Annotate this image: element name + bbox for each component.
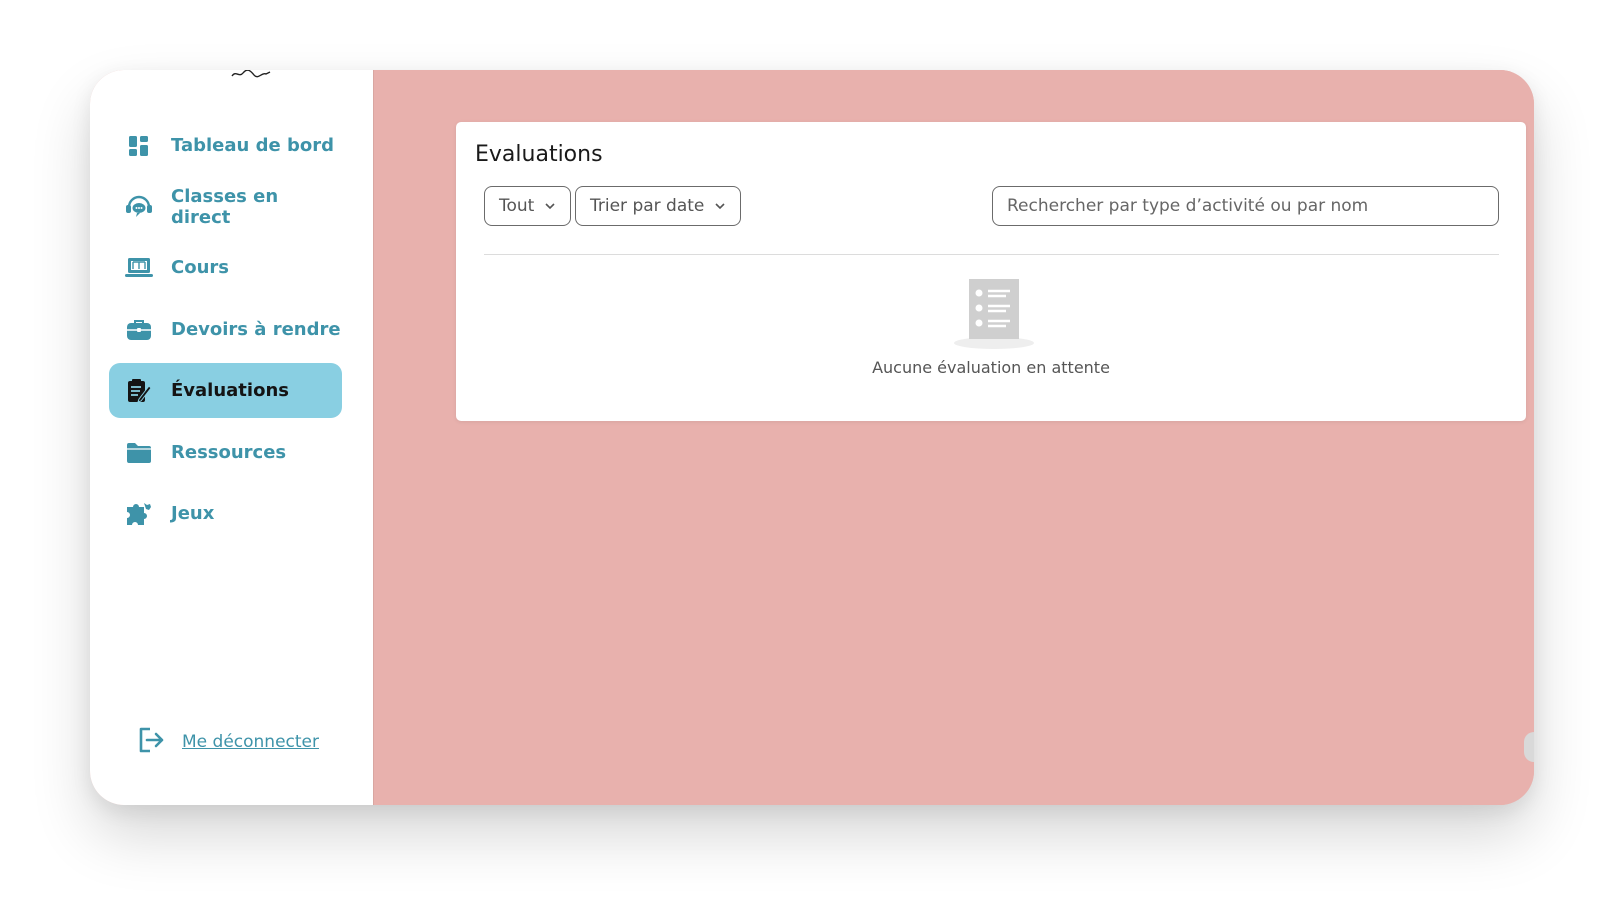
logout-icon [136,725,166,759]
puzzle-icon [125,500,153,528]
logo-icon [231,70,271,78]
sidebar-item-classes-en-direct[interactable]: Classes en direct [109,179,342,234]
laptop-book-icon [125,254,153,282]
briefcase-icon [125,316,153,344]
chevron-down-icon [715,203,725,210]
sidebar-item-label: Tableau de bord [171,135,334,156]
sidebar-item-evaluations[interactable]: Évaluations [109,363,342,418]
headset-chat-icon [125,193,153,221]
empty-state-message: Aucune évaluation en attente [872,358,1110,377]
edit-document-icon [125,377,153,405]
card-title: Evaluations [475,142,603,167]
sidebar-item-label: Jeux [171,503,215,524]
main-content: Evaluations Tout Trier par date Recherch… [373,70,1534,805]
sidebar-item-label: Devoirs à rendre [171,319,341,340]
sidebar-item-jeux[interactable]: Jeux [109,486,342,541]
app-window: Tableau de bord Classes en direct Cours … [90,70,1534,805]
sidebar-item-cours[interactable]: Cours [109,240,342,295]
sidebar-item-label: Cours [171,257,229,278]
sidebar-item-label: Classes en direct [171,185,279,228]
folder-icon [125,439,153,467]
filter-value: Tout [499,196,535,216]
dashboard-icon [125,132,153,160]
logout-link[interactable]: Me déconnecter [136,725,319,759]
sidebar-item-ressources[interactable]: Ressources [109,425,342,480]
divider [484,254,1499,255]
filter-dropdown[interactable]: Tout [484,186,572,226]
scroll-handle[interactable] [1524,732,1534,762]
empty-list-icon [954,279,1034,349]
logout-label[interactable]: Me déconnecter [182,732,319,752]
evaluations-card: Evaluations Tout Trier par date Recherch… [456,122,1526,421]
sidebar-item-label: Ressources [171,442,287,463]
sort-value: Trier par date [590,196,705,216]
sidebar: Tableau de bord Classes en direct Cours … [90,70,373,805]
sidebar-item-devoirs-a-rendre[interactable]: Devoirs à rendre [109,302,342,357]
sort-dropdown[interactable]: Trier par date [575,186,742,226]
chevron-down-icon [545,203,555,210]
sidebar-item-tableau-de-bord[interactable]: Tableau de bord [109,118,342,173]
search-input[interactable] [992,186,1499,226]
sidebar-item-label: Évaluations [171,380,289,401]
